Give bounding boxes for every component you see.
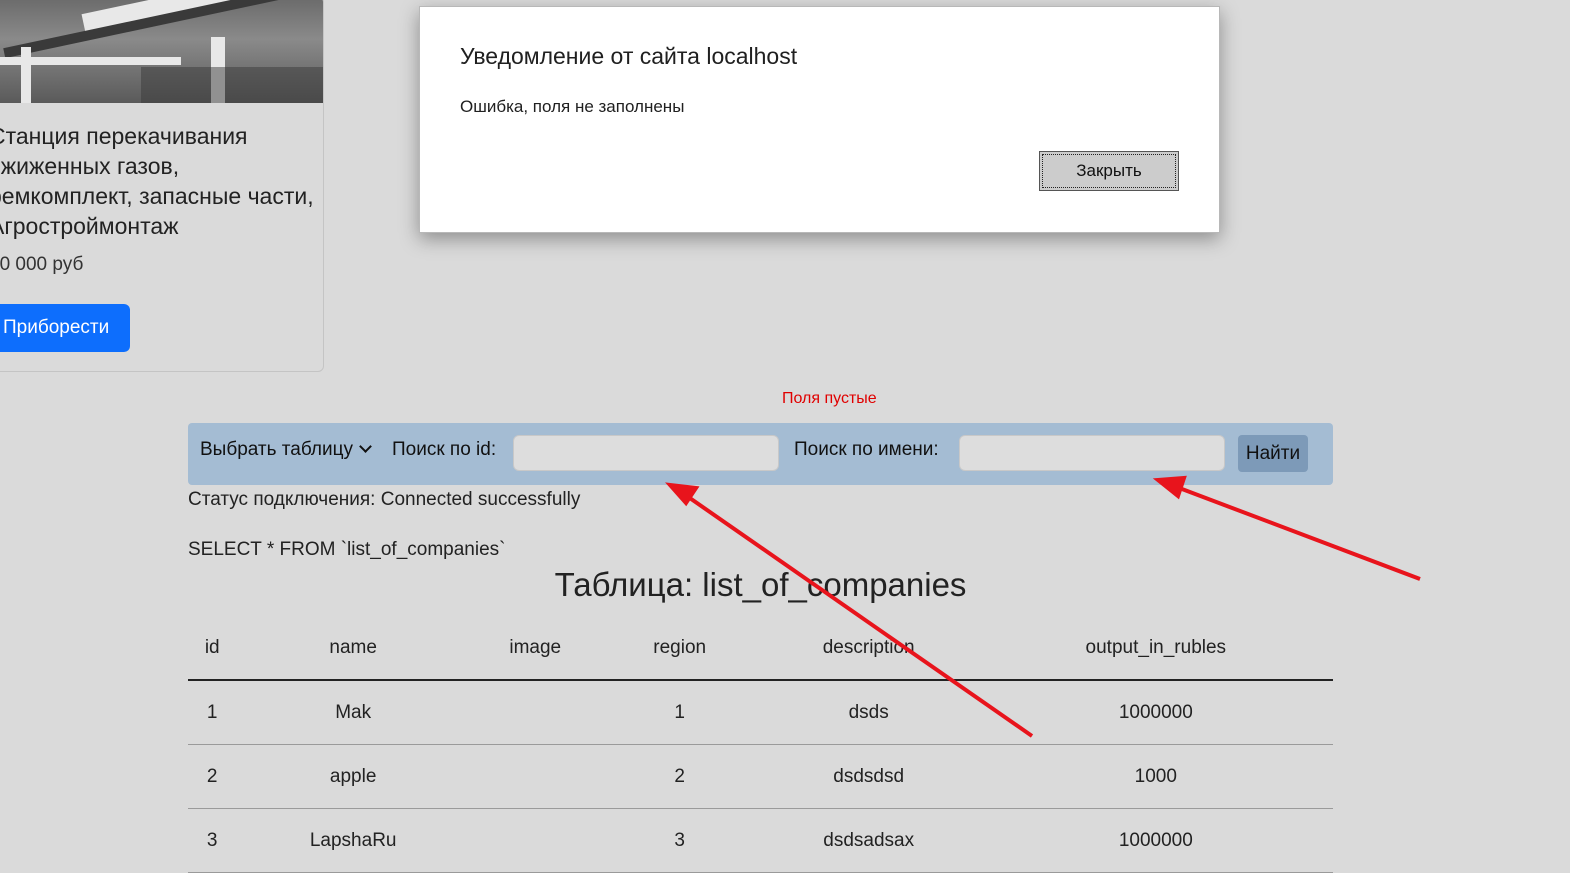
table-row: 1 Mak 1 dsds 1000000 [188, 680, 1333, 745]
table-cell: LapshaRu [236, 808, 470, 873]
table-header-row: id name image region description output_… [188, 617, 1333, 681]
table-select-label: Выбрать таблицу [200, 439, 353, 460]
table-cell [469, 680, 601, 745]
table-cell: 1000000 [978, 808, 1333, 873]
search-bar: Выбрать таблицу Поиск по id: Поиск по им… [188, 423, 1333, 485]
column-header: output_in_rubles [978, 617, 1333, 681]
sql-query: SELECT * FROM `list_of_companies` [188, 539, 506, 560]
find-button[interactable]: Найти [1238, 435, 1308, 472]
search-name-input[interactable] [959, 435, 1225, 471]
product-card: Станция перекачивания сжиженных газов, р… [0, 0, 324, 372]
table-cell: 1 [188, 680, 237, 745]
table-cell: 2 [600, 744, 759, 809]
table-cell: Mak [236, 680, 470, 745]
table-row: 3 LapshaRu 3 dsdsadsax 1000000 [188, 808, 1333, 873]
column-header: region [600, 617, 759, 681]
column-header: id [188, 617, 237, 681]
validation-message: Поля пустые [782, 390, 877, 407]
table-select[interactable]: Выбрать таблицу [200, 439, 372, 461]
search-name-label: Поиск по имени: [794, 439, 939, 460]
dialog-message: Ошибка, поля не заполнены [460, 97, 685, 116]
table-cell: apple [236, 744, 470, 809]
table-row: 2 apple 2 dsdsdsd 1000 [188, 744, 1333, 809]
table-cell: dsds [758, 680, 979, 745]
product-title: Станция перекачивания сжиженных газов, р… [0, 123, 314, 239]
search-id-label: Поиск по id: [392, 439, 497, 460]
table-cell [469, 744, 601, 809]
buy-button[interactable]: Приборести [0, 304, 130, 352]
alert-dialog: Уведомление от сайта localhost Ошибка, п… [419, 6, 1220, 233]
table-title: Таблица: list_of_companies [554, 566, 967, 603]
table-cell: 3 [600, 808, 759, 873]
table-cell: 1000000 [978, 680, 1333, 745]
column-header: image [469, 617, 601, 681]
data-table: id name image region description output_… [188, 617, 1333, 873]
table-cell [469, 808, 601, 873]
table-cell: 1 [600, 680, 759, 745]
table-cell: dsdsdsd [758, 744, 979, 809]
product-image [0, 0, 323, 103]
table-cell: 3 [188, 808, 237, 873]
chevron-down-icon [359, 440, 372, 453]
arrow-head-icon [665, 482, 700, 507]
search-id-input[interactable] [513, 435, 779, 471]
table-cell: dsdsadsax [758, 808, 979, 873]
table-cell: 2 [188, 744, 237, 809]
product-price: 60 000 руб [0, 254, 84, 275]
dialog-title: Уведомление от сайта localhost [460, 43, 798, 69]
connection-status: Статус подключения: Connected successful… [188, 489, 581, 510]
column-header: name [236, 617, 470, 681]
dialog-close-button[interactable]: Закрыть [1039, 151, 1179, 191]
table-cell: 1000 [978, 744, 1333, 809]
column-header: description [758, 617, 979, 681]
